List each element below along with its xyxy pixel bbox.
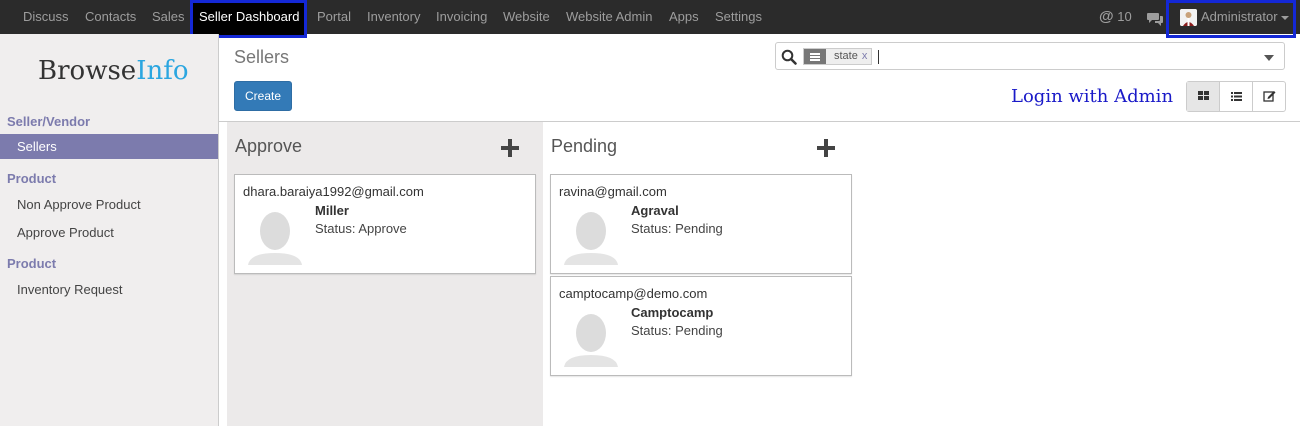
search-input[interactable] <box>878 50 879 64</box>
menu-portal[interactable]: Portal <box>317 0 351 34</box>
menu-invoicing[interactable]: Invoicing <box>436 0 487 34</box>
kanban-card[interactable]: dhara.baraiya1992@gmail.com Miller Statu… <box>234 174 536 274</box>
person-placeholder-icon <box>560 305 622 367</box>
menu-apps[interactable]: Apps <box>669 0 699 34</box>
sidebar-heading-product: Product <box>7 171 57 186</box>
card-email: camptocamp@demo.com <box>559 286 708 301</box>
person-placeholder-icon <box>560 203 622 265</box>
add-icon[interactable] <box>817 139 835 157</box>
menu-contacts[interactable]: Contacts <box>85 0 136 34</box>
kanban-card[interactable]: camptocamp@demo.com Camptocamp Status: P… <box>550 276 852 376</box>
card-email: dhara.baraiya1992@gmail.com <box>243 184 424 199</box>
menu-website[interactable]: Website <box>503 0 550 34</box>
card-status: Status: Pending <box>631 323 723 338</box>
view-switcher <box>1186 81 1286 112</box>
user-avatar <box>1180 9 1197 26</box>
sidebar-heading-product-2: Product <box>7 256 57 271</box>
menu-inventory[interactable]: Inventory <box>367 0 420 34</box>
sidebar-item-inventory-request[interactable]: Inventory Request <box>0 277 218 302</box>
menu-website-admin[interactable]: Website Admin <box>566 0 652 34</box>
kanban-column-pending: Pending ravina@gmail.com Agraval Status:… <box>543 122 859 426</box>
annotation-text: Login with Admin <box>1011 86 1174 107</box>
chat-button[interactable] <box>1147 1 1164 35</box>
kanban-card[interactable]: ravina@gmail.com Agraval Status: Pending <box>550 174 852 274</box>
menu-settings[interactable]: Settings <box>715 0 762 34</box>
user-name-label[interactable]: Administrator <box>1201 0 1290 34</box>
form-view-button[interactable] <box>1253 82 1286 111</box>
grid-icon <box>1198 91 1209 100</box>
sidebar-item-non-approve-product[interactable]: Non Approve Product <box>0 192 218 217</box>
search-icon <box>781 49 797 65</box>
kanban-board: Approve dhara.baraiya1992@gmail.com Mill… <box>219 121 1300 426</box>
menu-seller-dashboard[interactable]: Seller Dashboard <box>190 0 307 38</box>
column-title: Pending <box>551 136 618 156</box>
add-icon[interactable] <box>501 139 519 157</box>
kanban-column-approve: Approve dhara.baraiya1992@gmail.com Mill… <box>227 122 543 426</box>
top-navbar: Discuss Contacts Sales Seller Dashboard … <box>0 0 1300 38</box>
sidebar-heading-seller-vendor: Seller/Vendor <box>7 114 91 129</box>
card-name: Agraval <box>631 203 679 218</box>
kanban-view-button[interactable] <box>1187 82 1220 111</box>
search-options-toggle[interactable] <box>1264 55 1274 61</box>
create-button[interactable]: Create <box>234 81 292 111</box>
card-status: Status: Approve <box>315 221 407 236</box>
person-placeholder-icon <box>244 203 306 265</box>
card-name: Miller <box>315 203 349 218</box>
edit-icon <box>1263 91 1276 102</box>
card-email: ravina@gmail.com <box>559 184 667 199</box>
mentions-button[interactable]: @ 10 <box>1099 0 1132 34</box>
card-name: Camptocamp <box>631 305 714 320</box>
search-facet: state x <box>803 48 873 65</box>
at-icon: @ <box>1099 8 1114 25</box>
list-view-button[interactable] <box>1220 82 1253 111</box>
menu-discuss[interactable]: Discuss <box>23 0 69 34</box>
page-title: Sellers <box>234 47 290 67</box>
sidebar: BrowseInfo Seller/Vendor Sellers Product… <box>0 34 219 426</box>
search-bar[interactable]: state x <box>775 42 1285 70</box>
chat-bubbles-icon <box>1147 12 1163 26</box>
card-status: Status: Pending <box>631 221 723 236</box>
group-by-icon <box>804 49 826 64</box>
facet-remove-icon[interactable]: x <box>862 50 872 62</box>
browseinfo-logo: BrowseInfo <box>38 56 189 86</box>
list-icon <box>1231 92 1242 101</box>
menu-sales[interactable]: Sales <box>152 0 185 34</box>
sidebar-item-approve-product[interactable]: Approve Product <box>0 220 218 245</box>
column-title: Approve <box>235 136 303 156</box>
mentions-count: 10 <box>1117 9 1132 24</box>
sidebar-item-sellers[interactable]: Sellers <box>0 134 218 159</box>
chevron-down-icon <box>1281 15 1290 20</box>
